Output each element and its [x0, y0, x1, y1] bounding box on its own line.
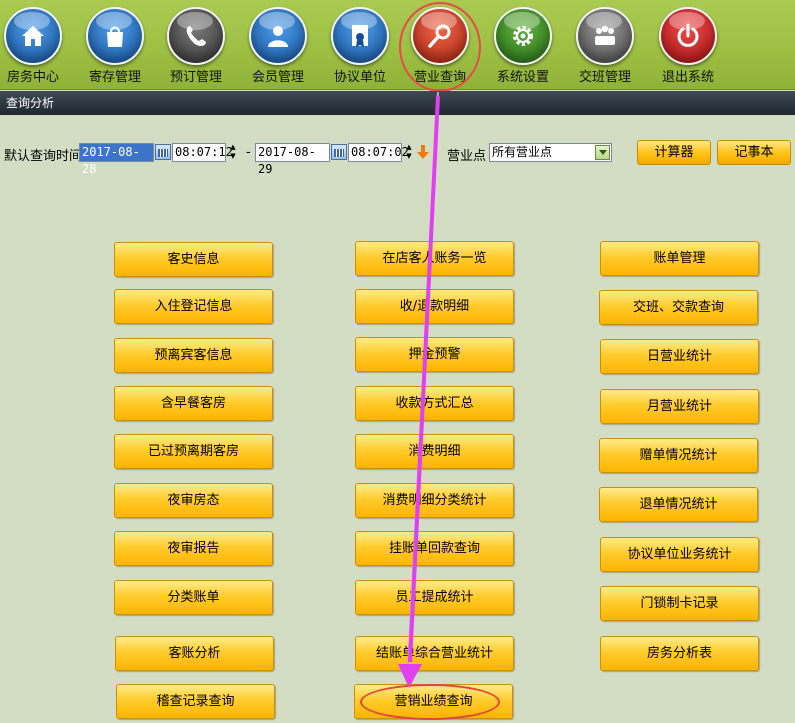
- calculator-button[interactable]: 计算器: [637, 140, 711, 165]
- toolbar-item-label: 会员管理: [251, 70, 304, 85]
- highlight-ellipse: [360, 684, 500, 720]
- night-audit-report-button[interactable]: 夜审报告: [114, 531, 273, 566]
- toolbar-item-label: 预订管理: [169, 70, 222, 85]
- breakfast-rooms-button[interactable]: 含早餐客房: [114, 386, 273, 421]
- toolbar-item-label: 系统设置: [496, 70, 549, 85]
- house-icon: [4, 7, 62, 65]
- consumption-details-button[interactable]: 消费明细: [355, 434, 514, 469]
- certificate-icon: [331, 7, 389, 65]
- phone-icon: [167, 7, 225, 65]
- toolbar-item-room-center[interactable]: 房务中心: [0, 2, 73, 88]
- gear-icon: [494, 7, 552, 65]
- calendar-icon[interactable]: [155, 144, 171, 160]
- query-filter-row: 默认查询时间 2017-08-28 08:07:12 ▲ ▼ - 2017-08-…: [0, 140, 795, 176]
- toolbar-item-label: 房务中心: [6, 70, 59, 85]
- team-icon: [576, 7, 634, 65]
- notepad-button[interactable]: 记事本: [717, 140, 791, 165]
- end-time-spinner[interactable]: ▲ ▼: [403, 143, 415, 162]
- active-item-highlight-ring: [399, 2, 481, 92]
- toolbar-item-exit-system[interactable]: 退出系统: [648, 2, 728, 88]
- bill-management-button[interactable]: 账单管理: [600, 241, 759, 276]
- consumption-category-stats-button[interactable]: 消费明细分类统计: [355, 483, 514, 518]
- daily-business-stats-button[interactable]: 日营业统计: [600, 339, 759, 374]
- end-time-field[interactable]: 08:07:02: [348, 143, 409, 162]
- toolbar-item-label: 交班管理: [578, 70, 631, 85]
- deposit-warning-button[interactable]: 押金预警: [355, 337, 514, 372]
- door-lock-card-records-button[interactable]: 门锁制卡记录: [600, 586, 759, 621]
- business-point-value: 所有营业点: [492, 145, 553, 159]
- credit-bill-collection-button[interactable]: 挂账单回款查询: [355, 531, 514, 566]
- user-icon: [249, 7, 307, 65]
- page-title-bar: 查询分析: [0, 91, 795, 115]
- toolbar-item-membership[interactable]: 会员管理: [238, 2, 318, 88]
- toolbar-item-label: 退出系统: [661, 70, 714, 85]
- refund-stats-button[interactable]: 退单情况统计: [599, 487, 758, 522]
- end-date-field[interactable]: 2017-08-29: [255, 143, 330, 176]
- toolbar-item-shift-management[interactable]: 交班管理: [565, 2, 645, 88]
- date-range-separator: -: [246, 145, 251, 160]
- down-arrow-icon[interactable]: [417, 144, 429, 160]
- toolbar-item-storage[interactable]: 寄存管理: [75, 2, 155, 88]
- shopping-bag-icon: [86, 7, 144, 65]
- checkin-registration-button[interactable]: 入住登记信息: [114, 289, 273, 324]
- query-time-label: 默认查询时间: [4, 149, 83, 164]
- guest-account-analysis-button[interactable]: 客账分析: [115, 636, 274, 671]
- audit-records-query-button[interactable]: 稽查记录查询: [116, 684, 275, 719]
- expected-departure-guests-button[interactable]: 预离宾客信息: [114, 338, 273, 373]
- overdue-departure-rooms-button[interactable]: 已过预离期客房: [114, 434, 273, 469]
- start-time-field[interactable]: 08:07:12: [172, 143, 233, 162]
- shift-payment-query-button[interactable]: 交班、交款查询: [599, 290, 758, 325]
- chevron-down-icon[interactable]: [595, 145, 610, 160]
- agreement-unit-business-stats-button[interactable]: 协议单位业务统计: [600, 537, 759, 572]
- business-point-select[interactable]: 所有营业点: [489, 143, 612, 162]
- monthly-business-stats-button[interactable]: 月营业统计: [600, 389, 759, 424]
- start-date-field[interactable]: 2017-08-28: [79, 143, 154, 176]
- staff-commission-stats-button[interactable]: 员工提成统计: [355, 580, 514, 615]
- in-house-guest-accounts-button[interactable]: 在店客人账务一览: [355, 241, 514, 276]
- night-audit-room-status-button[interactable]: 夜审房态: [114, 483, 273, 518]
- category-bills-button[interactable]: 分类账单: [114, 580, 273, 615]
- page-title: 查询分析: [6, 96, 55, 110]
- payment-refund-details-button[interactable]: 收/退款明细: [355, 289, 514, 324]
- toolbar-item-reservation[interactable]: 预订管理: [156, 2, 236, 88]
- main-toolbar: 房务中心 寄存管理 预订管理 会员管理 协议单位 营业查询 系统设置 交班管理 …: [0, 0, 795, 92]
- payment-method-summary-button[interactable]: 收款方式汇总: [355, 386, 514, 421]
- business-point-label: 营业点: [447, 149, 487, 164]
- toolbar-item-system-settings[interactable]: 系统设置: [483, 2, 563, 88]
- room-analysis-table-button[interactable]: 房务分析表: [600, 636, 759, 671]
- toolbar-item-agreement-unit[interactable]: 协议单位: [320, 2, 400, 88]
- calendar-icon[interactable]: [331, 144, 347, 160]
- power-icon: [659, 7, 717, 65]
- toolbar-item-label: 协议单位: [333, 70, 386, 85]
- checkout-business-stats-button[interactable]: 结账单综合营业统计: [355, 636, 514, 671]
- complimentary-stats-button[interactable]: 赠单情况统计: [599, 438, 758, 473]
- start-time-spinner[interactable]: ▲ ▼: [227, 143, 239, 162]
- toolbar-item-label: 寄存管理: [88, 70, 141, 85]
- guest-history-button[interactable]: 客史信息: [114, 242, 273, 277]
